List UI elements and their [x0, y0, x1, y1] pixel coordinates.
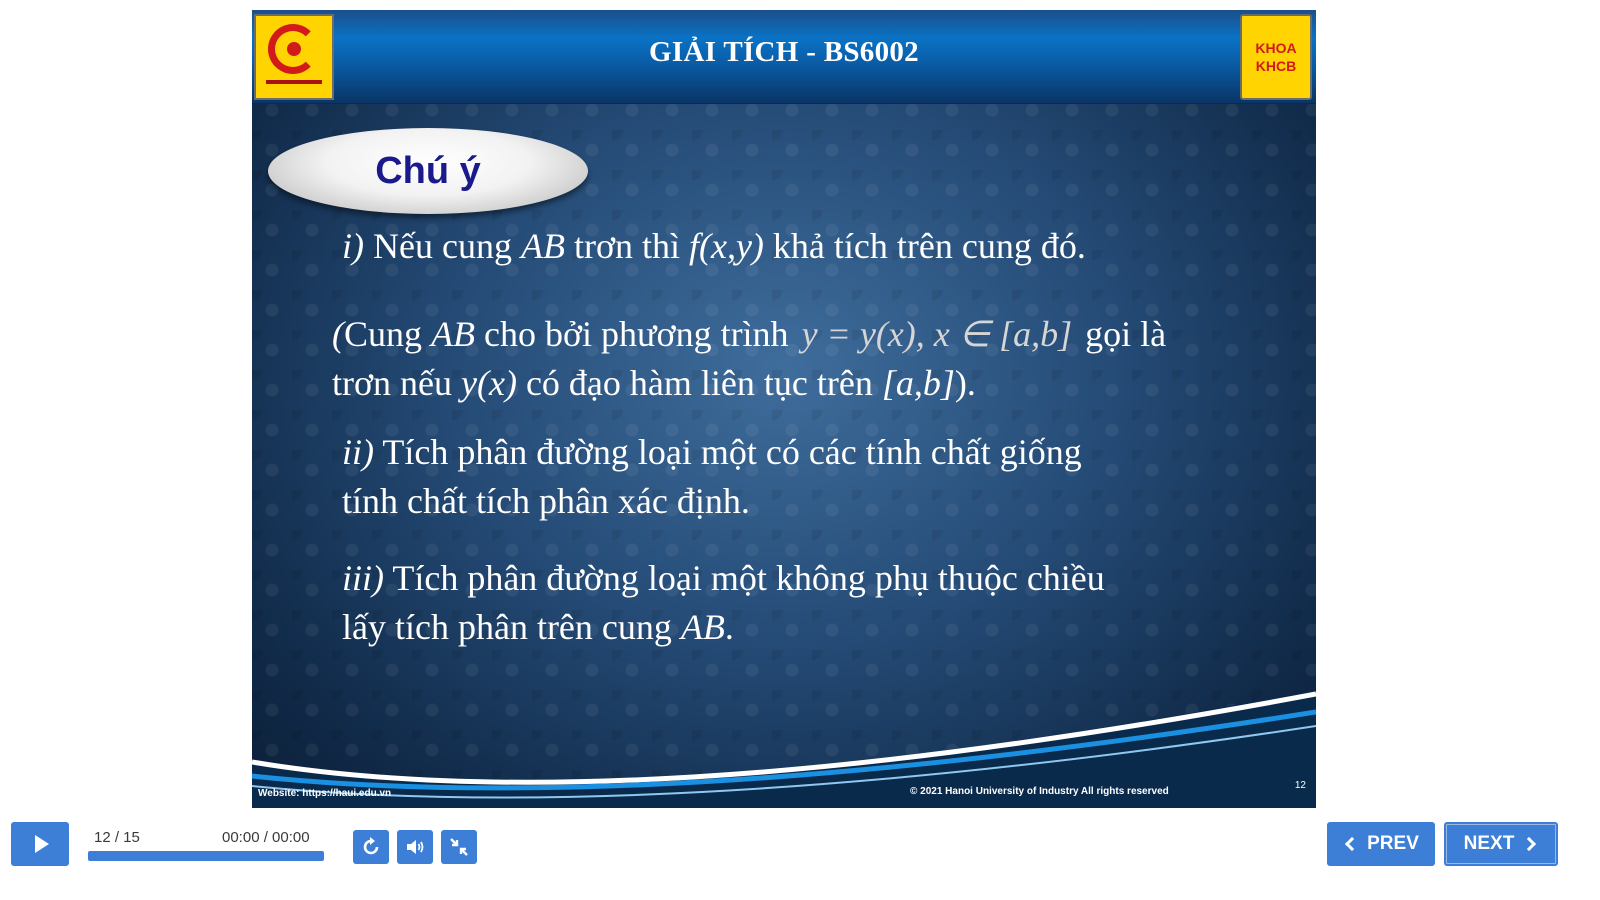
- statement-i: i) Nếu cung AB trơn thì f(x,y) khả tích …: [342, 226, 1086, 266]
- slide-counter: 12 / 15: [94, 829, 140, 846]
- progress-bar[interactable]: [88, 851, 324, 861]
- faculty-logo: KHOA KHCB: [1240, 14, 1312, 100]
- course-title: GIẢI TÍCH - BS6002: [649, 36, 919, 68]
- next-button[interactable]: NEXT: [1444, 822, 1558, 866]
- equation: y = y(x), x ∈ [a,b]: [801, 314, 1073, 354]
- exit-fullscreen-button[interactable]: [441, 830, 477, 864]
- slide-page-number: 12: [1294, 780, 1306, 791]
- progress-fill: [88, 851, 324, 861]
- play-button[interactable]: [11, 822, 69, 866]
- note-badge: Chú ý: [268, 128, 588, 214]
- exit-fullscreen-icon: [450, 838, 468, 856]
- slide-canvas: GIẢI TÍCH - BS6002 KHOA KHCB Chú ý i) Nế…: [252, 10, 1316, 808]
- prev-button[interactable]: PREV: [1327, 822, 1435, 866]
- footer-copyright: © 2021 Hanoi University of Industry All …: [910, 786, 1169, 797]
- volume-button[interactable]: [397, 830, 433, 864]
- statement-ii: ii) Tích phân đường loại một có các tính…: [342, 432, 1082, 521]
- slide-header: GIẢI TÍCH - BS6002 KHOA KHCB: [252, 10, 1316, 104]
- chevron-left-icon: [1345, 836, 1360, 852]
- footer-website: Website: https://haui.edu.vn: [258, 788, 392, 799]
- volume-icon: [407, 840, 424, 854]
- chevron-right-icon: [1522, 836, 1537, 852]
- note-title: Chú ý: [375, 150, 481, 192]
- replay-icon: [363, 837, 379, 855]
- statement-smooth-definition: (Cung AB cho bởi phương trình y = y(x), …: [332, 310, 1166, 408]
- replay-button[interactable]: [353, 830, 389, 864]
- playback-time: 00:00 / 00:00: [222, 829, 310, 846]
- statement-iii: iii) Tích phân đường loại một không phụ …: [342, 558, 1105, 647]
